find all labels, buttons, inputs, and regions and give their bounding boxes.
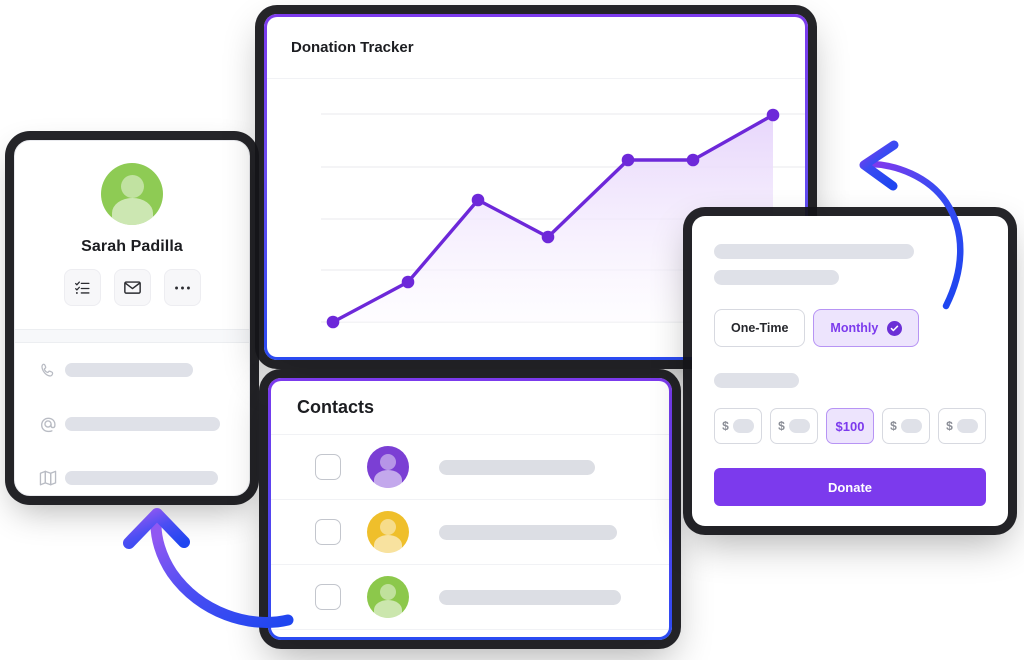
table-row[interactable] — [271, 565, 669, 630]
page-title: Donation Tracker — [291, 39, 414, 56]
task-list-icon — [74, 281, 90, 294]
frequency-toggle-group: One-Time Monthly — [714, 309, 986, 347]
avatar-body — [111, 198, 153, 225]
page-title: Sarah Padilla — [81, 238, 183, 255]
currency-symbol: $ — [946, 419, 953, 433]
chart-point — [326, 315, 340, 329]
at-sign-icon — [39, 415, 65, 433]
amount-placeholder — [788, 419, 810, 433]
amount-placeholder — [956, 419, 978, 433]
profile-field-address — [39, 469, 229, 487]
one-time-label: One-Time — [731, 321, 789, 335]
one-time-button[interactable]: One-Time — [714, 309, 806, 347]
table-row[interactable] — [271, 500, 669, 565]
profile-action-bar — [15, 269, 249, 306]
profile-card: Sarah Padilla — [14, 140, 250, 496]
envelope-icon — [123, 281, 141, 294]
row-checkbox[interactable] — [315, 454, 341, 480]
profile-field-phone — [39, 361, 229, 379]
profile-field-email — [39, 415, 229, 433]
amount-option[interactable]: $ — [714, 408, 762, 444]
donation-form-card: One-Time Monthly $ $ $100 $ $ Donate — [692, 216, 1008, 526]
avatar — [101, 163, 163, 225]
avatar-head — [380, 454, 396, 470]
tasks-button[interactable] — [63, 269, 101, 306]
monthly-label: Monthly — [830, 321, 879, 335]
avatar-head — [120, 175, 144, 198]
address-value-placeholder — [65, 471, 218, 485]
amount-placeholder — [900, 419, 922, 433]
chart-point — [541, 230, 555, 244]
contacts-card: Contacts — [268, 378, 672, 640]
page-title: Contacts — [297, 397, 375, 417]
avatar — [367, 576, 409, 618]
form-title-placeholder — [714, 244, 914, 259]
amount-option[interactable]: $ — [938, 408, 986, 444]
more-button[interactable] — [163, 269, 201, 306]
amount-value: $100 — [835, 418, 865, 434]
monthly-button[interactable]: Monthly — [813, 309, 920, 347]
chart-point — [401, 275, 415, 289]
amount-options: $ $ $100 $ $ — [714, 408, 986, 444]
avatar-body — [374, 600, 402, 618]
map-icon — [39, 470, 65, 486]
card-header: Contacts — [271, 381, 669, 435]
check-circle-icon — [887, 320, 903, 336]
screenshot-stage: Sarah Padilla Donation Tracker Contacts … — [0, 0, 1024, 660]
avatar-head — [380, 584, 396, 600]
avatar — [367, 511, 409, 553]
chart-point — [621, 153, 635, 167]
divider — [15, 329, 249, 343]
donate-button[interactable]: Donate — [714, 468, 986, 506]
contact-name-placeholder — [439, 589, 621, 605]
profile-fields — [39, 361, 229, 523]
currency-symbol: $ — [890, 419, 897, 433]
amount-option[interactable]: $ — [770, 408, 818, 444]
amount-placeholder — [732, 419, 754, 433]
chart-point — [686, 153, 700, 167]
card-header: Donation Tracker — [267, 17, 805, 79]
chart-point — [766, 108, 780, 122]
avatar-body — [374, 535, 402, 553]
ellipsis-icon — [174, 286, 190, 289]
chart-point — [471, 193, 485, 207]
avatar-body — [374, 470, 402, 488]
row-checkbox[interactable] — [315, 584, 341, 610]
form-subtitle-placeholder — [714, 270, 839, 285]
donate-button-label: Donate — [827, 479, 873, 495]
contact-name-placeholder — [439, 524, 617, 540]
table-row[interactable] — [271, 435, 669, 500]
email-value-placeholder — [65, 417, 220, 431]
avatar-head — [380, 519, 396, 535]
phone-icon — [39, 362, 65, 379]
amount-option[interactable]: $ — [882, 408, 930, 444]
currency-symbol: $ — [722, 419, 729, 433]
contact-name-placeholder — [439, 459, 595, 475]
currency-symbol: $ — [778, 419, 785, 433]
amount-option-selected[interactable]: $100 — [826, 408, 874, 444]
avatar — [367, 446, 409, 488]
row-checkbox[interactable] — [315, 519, 341, 545]
email-button[interactable] — [113, 269, 151, 306]
phone-value-placeholder — [65, 363, 193, 377]
amount-label-placeholder — [714, 373, 799, 388]
